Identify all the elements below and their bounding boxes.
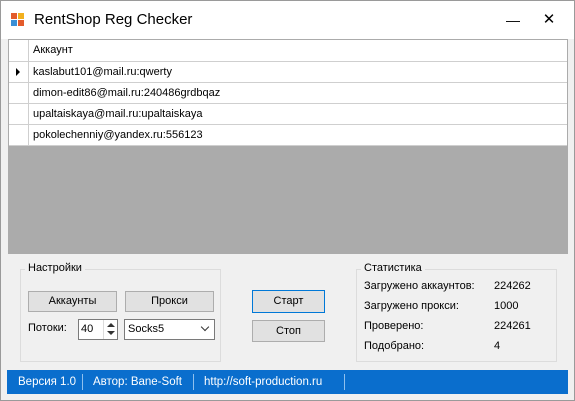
stat-loaded-proxy-value: 1000 xyxy=(494,300,519,312)
account-cell[interactable]: pokolechenniy@yandex.ru:556123 xyxy=(33,129,203,141)
title-bar[interactable]: RentShop Reg Checker — ✕ xyxy=(1,1,574,39)
table-row[interactable]: upaltaiskaya@mail.ru:upaltaiskaya xyxy=(9,104,567,125)
threads-stepper[interactable]: 40 xyxy=(78,319,118,340)
stepper-arrows[interactable] xyxy=(103,320,117,339)
stat-checked-label: Проверено: xyxy=(364,320,424,332)
account-cell[interactable]: kaslabut101@mail.ru:qwerty xyxy=(33,66,172,78)
app-window: RentShop Reg Checker — ✕ Аккаунт kaslabu… xyxy=(0,0,575,401)
settings-group: Настройки xyxy=(20,262,221,362)
window-title: RentShop Reg Checker xyxy=(34,11,193,28)
status-version: Версия 1.0 xyxy=(18,376,77,388)
minimize-icon[interactable]: — xyxy=(495,1,531,39)
table-row[interactable]: kaslabut101@mail.ru:qwerty xyxy=(9,62,567,83)
app-icon xyxy=(11,13,25,27)
status-url-link[interactable]: http://soft-production.ru xyxy=(204,376,322,388)
status-separator xyxy=(82,374,83,390)
row-header[interactable] xyxy=(9,104,29,124)
stat-loaded-accounts-value: 224262 xyxy=(494,280,531,292)
row-header[interactable] xyxy=(9,62,29,82)
close-icon[interactable]: ✕ xyxy=(531,1,567,39)
stats-group-title: Статистика xyxy=(361,262,425,274)
load-accounts-button[interactable]: Аккаунты xyxy=(28,291,117,312)
status-separator xyxy=(344,374,345,390)
stat-checked-value: 224261 xyxy=(494,320,531,332)
stat-found-value: 4 xyxy=(494,340,501,352)
settings-group-title: Настройки xyxy=(25,262,85,274)
current-row-arrow-icon xyxy=(16,68,20,76)
stepper-up-icon[interactable] xyxy=(107,323,115,327)
table-row[interactable]: dimon-edit86@mail.ru:240486grdbqaz xyxy=(9,83,567,104)
account-cell[interactable]: dimon-edit86@mail.ru:240486grdbqaz xyxy=(33,87,220,99)
stepper-down-icon[interactable] xyxy=(107,331,115,335)
table-row[interactable]: pokolechenniy@yandex.ru:556123 xyxy=(9,125,567,146)
row-header[interactable] xyxy=(9,83,29,103)
accounts-grid[interactable]: Аккаунт kaslabut101@mail.ru:qwerty dimon… xyxy=(8,39,568,254)
status-separator xyxy=(193,374,194,390)
column-header-account[interactable]: Аккаунт xyxy=(33,44,73,56)
chevron-down-icon[interactable] xyxy=(200,322,210,332)
proxy-type-value: Socks5 xyxy=(128,323,165,335)
account-cell[interactable]: upaltaiskaya@mail.ru:upaltaiskaya xyxy=(33,108,203,120)
proxy-type-select[interactable]: Socks5 xyxy=(124,319,215,340)
stat-found-label: Подобрано: xyxy=(364,340,425,352)
row-header[interactable] xyxy=(9,125,29,145)
status-bar: Версия 1.0 Автор: Bane-Soft http://soft-… xyxy=(7,370,568,394)
threads-label: Потоки: xyxy=(28,322,67,334)
stat-loaded-proxy-label: Загружено прокси: xyxy=(364,300,459,312)
start-button[interactable]: Старт xyxy=(252,290,325,313)
stat-loaded-accounts-label: Загружено аккаунтов: xyxy=(364,280,475,292)
grid-header: Аккаунт xyxy=(9,40,567,62)
threads-value[interactable]: 40 xyxy=(81,323,93,335)
status-author: Автор: Bane-Soft xyxy=(93,376,182,388)
grid-corner[interactable] xyxy=(9,40,29,61)
stop-button[interactable]: Стоп xyxy=(252,320,325,342)
grid-empty-area xyxy=(9,146,567,253)
load-proxy-button[interactable]: Прокси xyxy=(125,291,214,312)
